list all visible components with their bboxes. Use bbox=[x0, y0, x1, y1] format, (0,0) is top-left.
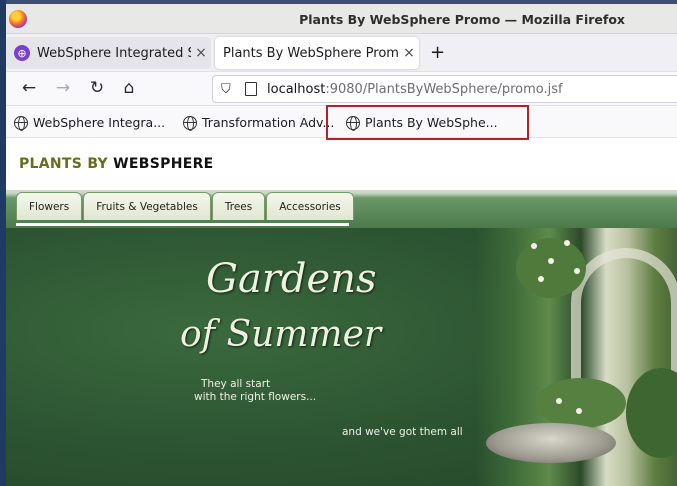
close-tab-icon[interactable]: × bbox=[399, 45, 419, 61]
category-tabs: Flowers Fruits & Vegetables Trees Access… bbox=[16, 192, 354, 220]
close-tab-icon[interactable]: × bbox=[191, 45, 211, 61]
flower-dot bbox=[556, 398, 562, 404]
brand-text-part1: PLANTS BY bbox=[19, 156, 114, 172]
new-tab-plus-icon[interactable]: + bbox=[430, 42, 445, 63]
banner-title-line2: of Summer bbox=[180, 314, 382, 355]
tab-plants-promo[interactable]: Plants By WebSphere Promo × bbox=[215, 37, 419, 69]
site-logo[interactable]: PLANTS BY WEBSPHERE bbox=[19, 156, 214, 172]
url-path: :9080/PlantsByWebSphere/promo.jsf bbox=[325, 81, 563, 97]
garden-photo bbox=[476, 228, 677, 486]
stone-urn bbox=[486, 423, 616, 463]
category-tab-flowers[interactable]: Flowers bbox=[16, 192, 83, 220]
flower-dot bbox=[548, 258, 554, 264]
back-arrow-icon[interactable]: ← bbox=[18, 78, 40, 98]
flower-dot bbox=[574, 268, 580, 274]
page-content: PLANTS BY WEBSPHERE Flowers Fruits & Veg… bbox=[6, 142, 677, 486]
brand-text-part2: WEBSPHERE bbox=[113, 156, 214, 172]
bush-shape bbox=[536, 378, 626, 428]
tab-websphere-integrated[interactable]: ⊕ WebSphere Integrated S × bbox=[6, 37, 211, 69]
window-title: Plants By WebSphere Promo — Mozilla Fire… bbox=[299, 12, 625, 27]
promo-banner: Gardens of Summer They all start with th… bbox=[6, 228, 677, 486]
category-underline bbox=[16, 223, 349, 226]
flower-dot bbox=[564, 240, 570, 246]
bookmark-label: WebSphere Integra... bbox=[33, 115, 166, 130]
banner-tagline-2: with the right flowers... bbox=[194, 391, 317, 403]
home-icon[interactable]: ⌂ bbox=[118, 78, 140, 98]
tracking-shield-icon[interactable]: ⛉ bbox=[221, 82, 235, 97]
bookmark-label: Transformation Adv... bbox=[202, 115, 335, 130]
flower-dot bbox=[531, 243, 537, 249]
globe-icon bbox=[183, 115, 197, 131]
websphere-globe-icon: ⊕ bbox=[14, 45, 30, 61]
bookmark-transformation-advisor[interactable]: Transformation Adv... bbox=[183, 115, 335, 131]
tab-label: WebSphere Integrated S bbox=[37, 45, 191, 61]
url-host: localhost bbox=[267, 81, 326, 97]
forward-arrow-icon[interactable]: → bbox=[52, 78, 74, 98]
title-bar: Plants By WebSphere Promo — Mozilla Fire… bbox=[6, 4, 677, 34]
category-tab-accessories[interactable]: Accessories bbox=[266, 192, 354, 220]
banner-title-line1: Gardens bbox=[206, 256, 377, 302]
navigation-bar: ← → ↻ ⌂ ⛉ localhost :9080/PlantsByWebSph… bbox=[6, 72, 677, 106]
tab-strip: ⊕ WebSphere Integrated S × Plants By Web… bbox=[6, 34, 677, 72]
globe-icon bbox=[14, 115, 28, 131]
banner-tagline-3: and we've got them all bbox=[342, 426, 463, 438]
bookmarks-toolbar: WebSphere Integra... Transformation Adv.… bbox=[6, 105, 677, 140]
tab-label: Plants By WebSphere Promo bbox=[223, 45, 399, 61]
reload-icon[interactable]: ↻ bbox=[86, 78, 108, 98]
category-tab-trees[interactable]: Trees bbox=[211, 192, 266, 220]
page-info-icon[interactable] bbox=[245, 82, 257, 96]
bookmark-websphere-integrated[interactable]: WebSphere Integra... bbox=[14, 115, 166, 131]
highlight-box bbox=[326, 105, 529, 140]
url-bar[interactable]: ⛉ localhost :9080/PlantsByWebSphere/prom… bbox=[212, 75, 677, 103]
category-tab-fruits-vegetables[interactable]: Fruits & Vegetables bbox=[83, 192, 211, 220]
flower-dot bbox=[538, 276, 544, 282]
browser-window: Plants By WebSphere Promo — Mozilla Fire… bbox=[6, 4, 677, 486]
banner-tagline-1: They all start bbox=[201, 378, 271, 390]
flower-dot bbox=[576, 408, 582, 414]
